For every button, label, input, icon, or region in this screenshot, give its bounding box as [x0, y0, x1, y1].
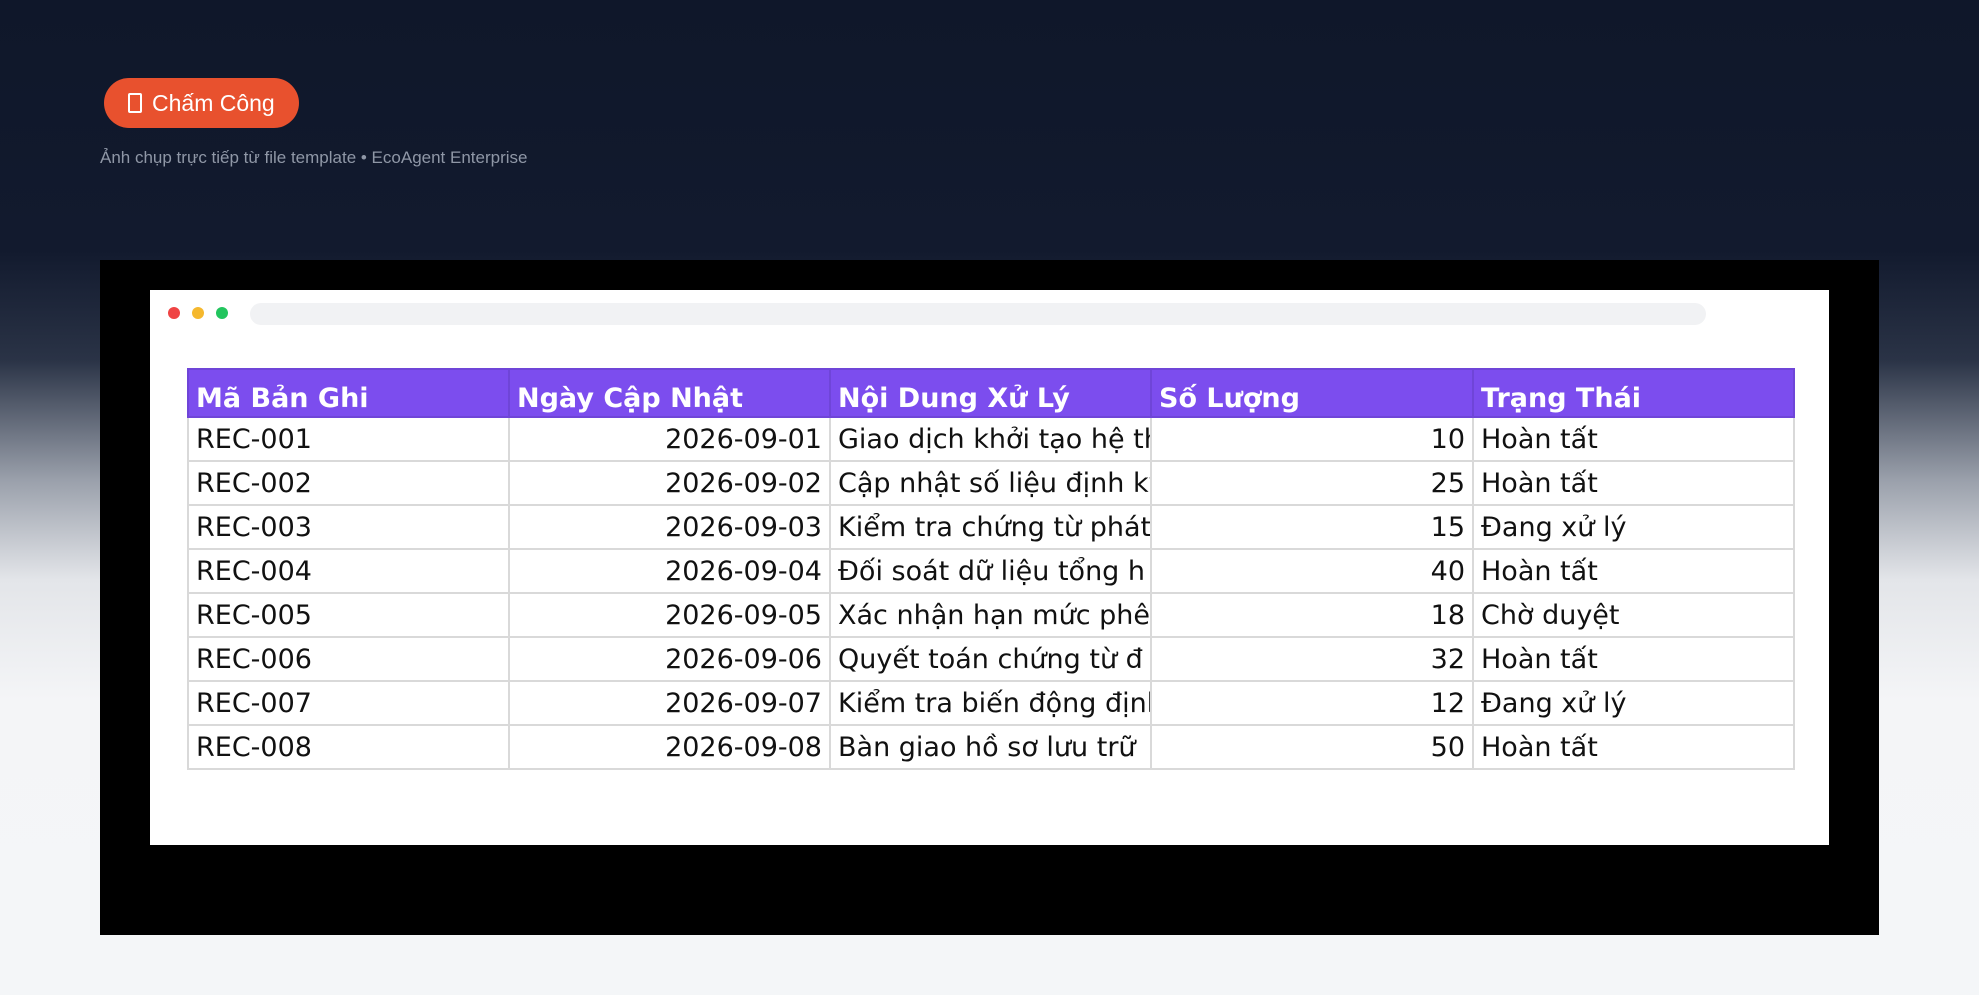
table-row[interactable]: REC-008 2026-09-08 Bàn giao hồ sơ lưu trữ 5…: [187, 724, 1795, 770]
record-id-cell[interactable]: REC-003: [187, 504, 510, 550]
description-cell[interactable]: Xác nhận hạn mức phê: [829, 592, 1152, 638]
record-id-cell[interactable]: REC-004: [187, 548, 510, 594]
minimize-dot-icon: [192, 307, 204, 319]
record-id-cell[interactable]: REC-008: [187, 724, 510, 770]
table-row[interactable]: REC-001 2026-09-01 Giao dịch khởi tạo hệ t…: [187, 416, 1795, 462]
badge-label: Chấm Công: [152, 89, 275, 116]
quantity-cell[interactable]: 32: [1150, 636, 1474, 682]
date-cell[interactable]: 2026-09-04: [508, 548, 831, 594]
description-cell[interactable]: Cập nhật số liệu định kỳ: [829, 460, 1152, 506]
page-subtitle: Ảnh chụp trực tiếp từ file template • Ec…: [100, 148, 528, 167]
status-cell[interactable]: Đang xử lý: [1472, 680, 1795, 726]
column-header[interactable]: Nội Dung Xử Lý: [829, 368, 1152, 418]
table-row[interactable]: REC-006 2026-09-06 Quyết toán chứng từ đ 32…: [187, 636, 1795, 682]
column-header[interactable]: Mã Bản Ghi: [187, 368, 510, 418]
record-id-cell[interactable]: REC-005: [187, 592, 510, 638]
quantity-cell[interactable]: 25: [1150, 460, 1474, 506]
quantity-cell[interactable]: 18: [1150, 592, 1474, 638]
column-header[interactable]: Trạng Thái: [1472, 368, 1795, 418]
table-header-row: Mã Bản Ghi Ngày Cập Nhật Nội Dung Xử Lý …: [187, 368, 1795, 418]
status-cell[interactable]: Hoàn tất: [1472, 724, 1795, 770]
quantity-cell[interactable]: 12: [1150, 680, 1474, 726]
table-row[interactable]: REC-007 2026-09-07 Kiểm tra biến động định…: [187, 680, 1795, 726]
record-id-cell[interactable]: REC-001: [187, 416, 510, 462]
date-cell[interactable]: 2026-09-03: [508, 504, 831, 550]
column-header[interactable]: Ngày Cập Nhật: [508, 368, 831, 418]
date-cell[interactable]: 2026-09-07: [508, 680, 831, 726]
record-id-cell[interactable]: REC-002: [187, 460, 510, 506]
table-row[interactable]: REC-002 2026-09-02 Cập nhật số liệu định k…: [187, 460, 1795, 506]
date-cell[interactable]: 2026-09-06: [508, 636, 831, 682]
table-row[interactable]: REC-005 2026-09-05 Xác nhận hạn mức phê 18 C…: [187, 592, 1795, 638]
description-cell[interactable]: Giao dịch khởi tạo hệ th: [829, 416, 1152, 462]
description-cell[interactable]: Quyết toán chứng từ đ: [829, 636, 1152, 682]
description-cell[interactable]: Đối soát dữ liệu tổng h: [829, 548, 1152, 594]
quantity-cell[interactable]: 10: [1150, 416, 1474, 462]
table-row[interactable]: REC-003 2026-09-03 Kiểm tra chứng từ phát 1…: [187, 504, 1795, 550]
record-id-cell[interactable]: REC-006: [187, 636, 510, 682]
browser-window: Mã Bản Ghi Ngày Cập Nhật Nội Dung Xử Lý …: [150, 290, 1829, 845]
table-row[interactable]: REC-004 2026-09-04 Đối soát dữ liệu tổng h…: [187, 548, 1795, 594]
status-cell[interactable]: Đang xử lý: [1472, 504, 1795, 550]
maximize-dot-icon: [216, 307, 228, 319]
date-cell[interactable]: 2026-09-01: [508, 416, 831, 462]
status-cell[interactable]: Hoàn tất: [1472, 460, 1795, 506]
clipboard-icon: [128, 93, 142, 113]
address-bar: [250, 303, 1706, 325]
quantity-cell[interactable]: 15: [1150, 504, 1474, 550]
description-cell[interactable]: Bàn giao hồ sơ lưu trữ: [829, 724, 1152, 770]
date-cell[interactable]: 2026-09-08: [508, 724, 831, 770]
status-cell[interactable]: Hoàn tất: [1472, 416, 1795, 462]
column-header[interactable]: Số Lượng: [1150, 368, 1474, 418]
status-cell[interactable]: Hoàn tất: [1472, 548, 1795, 594]
description-cell[interactable]: Kiểm tra biến động định: [829, 680, 1152, 726]
quantity-cell[interactable]: 50: [1150, 724, 1474, 770]
date-cell[interactable]: 2026-09-02: [508, 460, 831, 506]
status-cell[interactable]: Chờ duyệt: [1472, 592, 1795, 638]
status-cell[interactable]: Hoàn tất: [1472, 636, 1795, 682]
module-badge[interactable]: Chấm Công: [104, 78, 299, 128]
quantity-cell[interactable]: 40: [1150, 548, 1474, 594]
data-table: Mã Bản Ghi Ngày Cập Nhật Nội Dung Xử Lý …: [187, 368, 1795, 770]
date-cell[interactable]: 2026-09-05: [508, 592, 831, 638]
record-id-cell[interactable]: REC-007: [187, 680, 510, 726]
close-dot-icon: [168, 307, 180, 319]
description-cell[interactable]: Kiểm tra chứng từ phát: [829, 504, 1152, 550]
